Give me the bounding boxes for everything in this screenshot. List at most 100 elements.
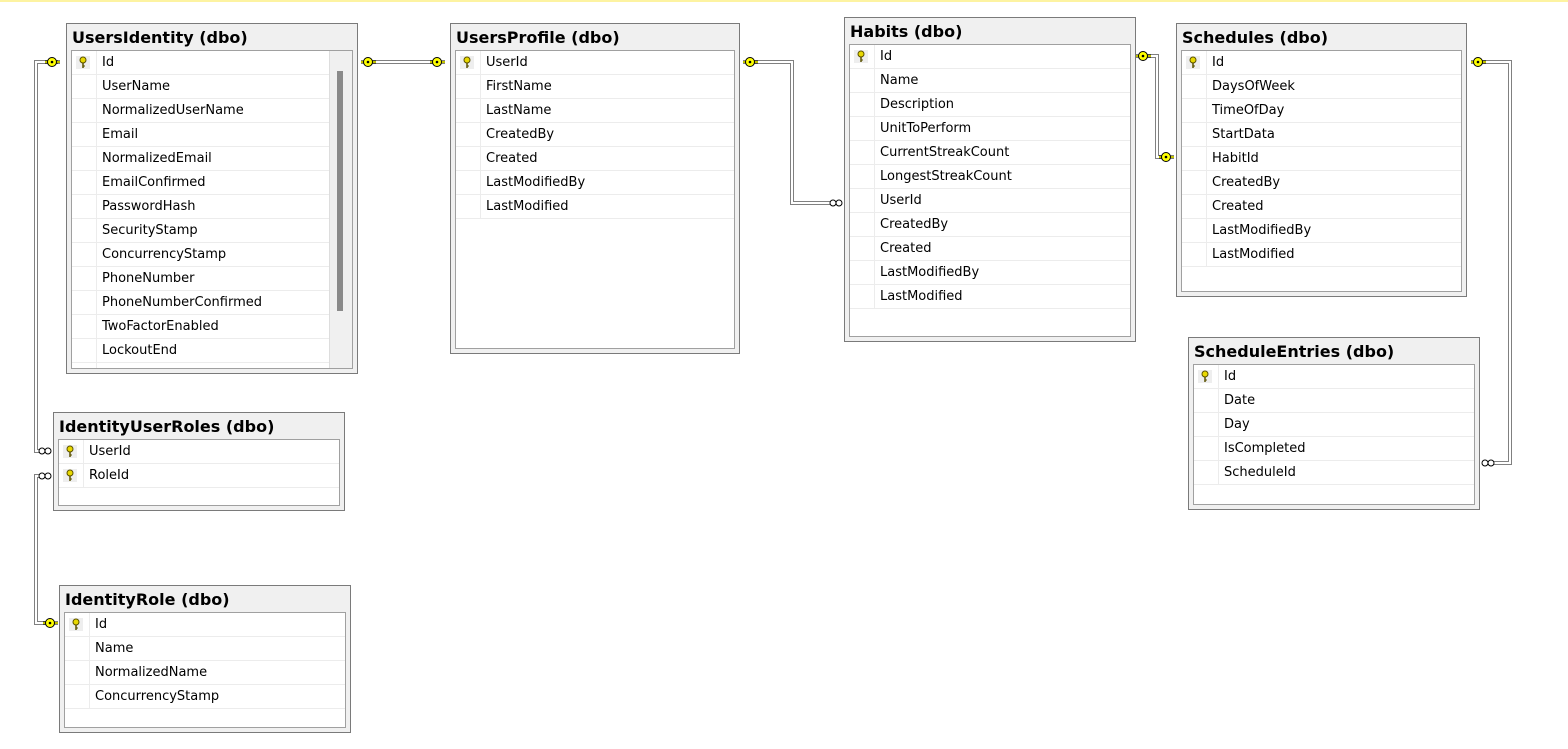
row-selector[interactable] [1182,75,1207,98]
row-selector[interactable] [850,69,875,92]
row-selector[interactable] [72,171,97,194]
row-selector[interactable] [72,267,97,290]
table-identityuserroles[interactable]: IdentityUserRoles (dbo) UserId RoleId [53,412,345,511]
column-row[interactable]: StartData [1182,123,1461,147]
column-row[interactable]: Description [850,93,1130,117]
column-row[interactable]: Id [1182,51,1461,75]
row-selector[interactable] [456,195,481,218]
column-row[interactable]: DaysOfWeek [1182,75,1461,99]
row-selector[interactable] [456,75,481,98]
row-selector[interactable] [1182,123,1207,146]
column-row[interactable]: RoleId [59,464,339,488]
row-selector[interactable] [72,363,97,368]
row-selector[interactable] [59,440,84,463]
row-selector[interactable] [1182,219,1207,242]
column-row[interactable]: LastModified [850,285,1130,309]
row-selector[interactable] [850,237,875,260]
column-row[interactable]: LastModifiedBy [850,261,1130,285]
column-row[interactable]: SecurityStamp [72,219,330,243]
column-row[interactable]: LockoutEnabled [72,363,330,368]
column-row[interactable]: IsCompleted [1194,437,1474,461]
row-selector[interactable] [456,123,481,146]
row-selector[interactable] [1194,437,1219,460]
row-selector[interactable] [72,123,97,146]
column-row[interactable]: PhoneNumber [72,267,330,291]
row-selector[interactable] [65,661,90,684]
scrollbar-thumb[interactable] [337,71,343,311]
row-selector[interactable] [65,637,90,660]
column-row[interactable]: EmailConfirmed [72,171,330,195]
row-selector[interactable] [1182,171,1207,194]
column-row[interactable]: Id [1194,365,1474,389]
scrollbar[interactable] [329,51,352,368]
row-selector[interactable] [456,99,481,122]
column-row[interactable]: ConcurrencyStamp [65,685,345,709]
column-row[interactable]: Created [850,237,1130,261]
column-row[interactable]: LastModified [456,195,734,219]
column-row[interactable]: Date [1194,389,1474,413]
row-selector[interactable] [850,285,875,308]
table-usersprofile[interactable]: UsersProfile (dbo) UserId FirstName LastNam… [450,23,740,354]
table-schedules[interactable]: Schedules (dbo) Id DaysOfWeek TimeOfDay Star… [1176,23,1467,297]
row-selector[interactable] [72,291,97,314]
row-selector[interactable] [1182,195,1207,218]
row-selector[interactable] [1194,365,1219,388]
table-identityrole[interactable]: IdentityRole (dbo) Id Name NormalizedName Co… [59,585,351,733]
column-row[interactable]: LastModifiedBy [456,171,734,195]
column-row[interactable]: Name [65,637,345,661]
relationship-usersidentity-usersprofile[interactable] [361,57,445,67]
column-row[interactable]: LastModifiedBy [1182,219,1461,243]
row-selector[interactable] [850,45,875,68]
column-row[interactable]: Name [850,69,1130,93]
row-selector[interactable] [1194,461,1219,484]
row-selector[interactable] [72,51,97,74]
column-row[interactable]: LastName [456,99,734,123]
row-selector[interactable] [1182,51,1207,74]
row-selector[interactable] [72,339,97,362]
column-row[interactable]: HabitId [1182,147,1461,171]
column-row[interactable]: Day [1194,413,1474,437]
column-row[interactable]: PasswordHash [72,195,330,219]
row-selector[interactable] [59,464,84,487]
row-selector[interactable] [850,93,875,116]
row-selector[interactable] [1194,413,1219,436]
relationship-habits-schedules[interactable] [1136,51,1174,162]
column-row[interactable]: LastModified [1182,243,1461,267]
column-row[interactable]: FirstName [456,75,734,99]
row-selector[interactable] [72,315,97,338]
column-row[interactable]: CreatedBy [850,213,1130,237]
column-row[interactable]: Created [1182,195,1461,219]
row-selector[interactable] [850,213,875,236]
column-row[interactable]: CurrentStreakCount [850,141,1130,165]
column-row[interactable]: LongestStreakCount [850,165,1130,189]
column-row[interactable]: Id [65,613,345,637]
column-row[interactable]: CreatedBy [1182,171,1461,195]
column-row[interactable]: PhoneNumberConfirmed [72,291,330,315]
row-selector[interactable] [850,165,875,188]
column-row[interactable]: TimeOfDay [1182,99,1461,123]
row-selector[interactable] [850,117,875,140]
row-selector[interactable] [65,613,90,636]
column-row[interactable]: TwoFactorEnabled [72,315,330,339]
column-row[interactable]: NormalizedUserName [72,99,330,123]
column-row[interactable]: UserId [59,440,339,464]
column-row[interactable]: LockoutEnd [72,339,330,363]
row-selector[interactable] [456,51,481,74]
table-habits[interactable]: Habits (dbo) Id Name Description UnitToPerfo… [844,17,1136,342]
column-row[interactable]: Created [456,147,734,171]
column-row[interactable]: UserId [850,189,1130,213]
row-selector[interactable] [72,243,97,266]
row-selector[interactable] [850,189,875,212]
row-selector[interactable] [456,171,481,194]
row-selector[interactable] [850,261,875,284]
row-selector[interactable] [72,75,97,98]
column-row[interactable]: ConcurrencyStamp [72,243,330,267]
column-row[interactable]: CreatedBy [456,123,734,147]
column-row[interactable]: Email [72,123,330,147]
row-selector[interactable] [456,147,481,170]
column-row[interactable]: NormalizedEmail [72,147,330,171]
table-scheduleentries[interactable]: ScheduleEntries (dbo) Id Date Day IsComplete… [1188,337,1480,510]
column-row[interactable]: ScheduleId [1194,461,1474,485]
row-selector[interactable] [72,147,97,170]
row-selector[interactable] [1182,99,1207,122]
